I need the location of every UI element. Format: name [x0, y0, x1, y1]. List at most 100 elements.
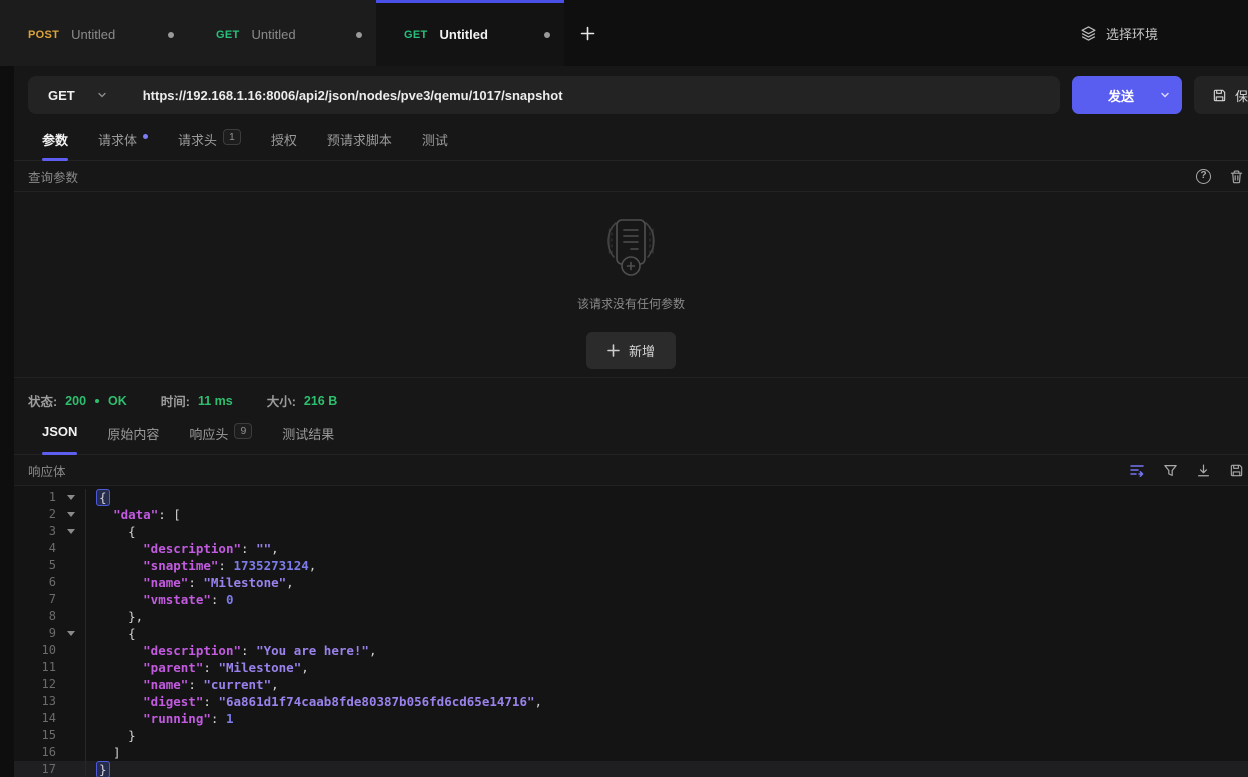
- gutter: 15: [14, 727, 86, 744]
- floppy-icon[interactable]: [1229, 463, 1244, 478]
- gutter: 17: [14, 761, 86, 777]
- gutter: 2: [14, 506, 86, 523]
- request-tab-3-active[interactable]: GET Untitled: [376, 0, 564, 66]
- tab-strip: POST Untitled GET Untitled GET Untitled: [0, 0, 564, 66]
- fold-arrow-icon[interactable]: [56, 489, 85, 506]
- new-tab-button[interactable]: [564, 0, 610, 66]
- tab-title: Untitled: [440, 27, 544, 42]
- code-line: 11 "parent": "Milestone",: [14, 659, 1248, 676]
- line-number: 13: [14, 693, 56, 710]
- line-number: 12: [14, 676, 56, 693]
- tab-test-results-label: 测试结果: [282, 424, 334, 443]
- status-label: 状态:: [28, 391, 57, 410]
- tab-params[interactable]: 参数: [42, 130, 68, 160]
- fold-arrow-icon[interactable]: [56, 523, 85, 540]
- tab-body[interactable]: 请求体: [98, 130, 148, 160]
- params-empty-state: 该请求没有任何参数 新增: [14, 192, 1248, 375]
- line-number: 10: [14, 642, 56, 659]
- code-line-content: "name": "Milestone",: [86, 574, 294, 591]
- save-button[interactable]: 保存: [1194, 76, 1248, 114]
- method-dropdown[interactable]: GET: [28, 88, 127, 103]
- fold-spacer: [56, 710, 85, 727]
- fold-spacer: [56, 591, 85, 608]
- gutter: 5: [14, 557, 86, 574]
- download-icon[interactable]: [1196, 463, 1211, 478]
- line-number: 14: [14, 710, 56, 727]
- gutter: 16: [14, 744, 86, 761]
- tab-json-label: JSON: [42, 424, 77, 439]
- tab-auth[interactable]: 授权: [271, 130, 297, 160]
- fold-spacer: [56, 608, 85, 625]
- add-param-button[interactable]: 新增: [586, 332, 676, 369]
- funnel-icon[interactable]: [1163, 463, 1178, 478]
- tab-test-results[interactable]: 测试结果: [282, 424, 334, 454]
- fold-arrow-icon[interactable]: [56, 625, 85, 642]
- method-label: GET: [216, 29, 240, 41]
- code-line: 12 "name": "current",: [14, 676, 1248, 693]
- environment-selector[interactable]: 选择环境: [1080, 24, 1158, 43]
- tab-pre-script[interactable]: 预请求脚本: [327, 130, 392, 160]
- code-line-content: "running": 1: [86, 710, 233, 727]
- layers-icon: [1080, 25, 1097, 42]
- tab-headers[interactable]: 请求头 1: [178, 130, 241, 160]
- api-client-window: POST Untitled GET Untitled GET Untitled …: [0, 0, 1248, 777]
- line-number: 4: [14, 540, 56, 557]
- wrap-lines-icon[interactable]: [1129, 462, 1145, 478]
- request-tab-1[interactable]: POST Untitled: [0, 0, 188, 66]
- fold-spacer: [56, 557, 85, 574]
- response-body-header: 响应体: [14, 455, 1248, 486]
- trash-icon[interactable]: [1229, 169, 1244, 184]
- code-line-content: },: [86, 608, 143, 625]
- fold-spacer: [56, 574, 85, 591]
- add-param-button-label: 新增: [629, 341, 655, 360]
- code-line-content: "digest": "6a861d1f74caab8fde80387b056fd…: [86, 693, 542, 710]
- size-label: 大小:: [267, 391, 296, 410]
- status-bullet-icon: [95, 399, 99, 403]
- method-label: POST: [28, 29, 59, 41]
- tab-pre-script-label: 预请求脚本: [327, 130, 392, 149]
- line-number: 11: [14, 659, 56, 676]
- tab-json[interactable]: JSON: [42, 424, 77, 454]
- code-line-content: "parent": "Milestone",: [86, 659, 309, 676]
- tab-response-headers[interactable]: 响应头 9: [189, 424, 252, 454]
- tab-bar: POST Untitled GET Untitled GET Untitled …: [0, 0, 1248, 66]
- request-tab-2[interactable]: GET Untitled: [188, 0, 376, 66]
- time-value: 11 ms: [198, 394, 233, 408]
- response-body-title: 响应体: [28, 461, 66, 480]
- line-number: 17: [14, 761, 56, 777]
- query-params-title: 查询参数: [28, 167, 78, 186]
- code-line: 9 {: [14, 625, 1248, 642]
- code-line: 3 {: [14, 523, 1248, 540]
- fold-spacer: [56, 540, 85, 557]
- unsaved-dot-icon: [544, 32, 550, 38]
- code-line: 13 "digest": "6a861d1f74caab8fde80387b05…: [14, 693, 1248, 710]
- code-line: 17}: [14, 761, 1248, 777]
- help-circle-icon[interactable]: ?: [1196, 169, 1211, 184]
- gutter: 3: [14, 523, 86, 540]
- gutter: 14: [14, 710, 86, 727]
- code-editor[interactable]: 1{2 "data": [3 {4 "description": "",5 "s…: [14, 486, 1248, 777]
- url-input[interactable]: https://192.168.1.16:8006/api2/json/node…: [127, 88, 563, 103]
- request-row: GET https://192.168.1.16:8006/api2/json/…: [14, 66, 1248, 114]
- line-number: 9: [14, 625, 56, 642]
- line-number: 16: [14, 744, 56, 761]
- time-label: 时间:: [161, 391, 190, 410]
- code-line-content: "description": "",: [86, 540, 279, 557]
- fold-arrow-icon[interactable]: [56, 506, 85, 523]
- line-number: 8: [14, 608, 56, 625]
- gutter: 8: [14, 608, 86, 625]
- fold-spacer: [56, 676, 85, 693]
- tab-tests[interactable]: 测试: [422, 130, 448, 160]
- query-params-header: 查询参数 ?: [14, 161, 1248, 192]
- floppy-icon: [1212, 88, 1227, 103]
- send-button[interactable]: 发送: [1072, 76, 1182, 114]
- line-number: 2: [14, 506, 56, 523]
- tab-raw[interactable]: 原始内容: [107, 424, 159, 454]
- save-button-label: 保存: [1235, 86, 1248, 105]
- code-line-content: "description": "You are here!",: [86, 642, 376, 659]
- headers-count-badge: 1: [223, 129, 241, 145]
- tab-title: Untitled: [252, 27, 356, 42]
- code-line-content: "snaptime": 1735273124,: [86, 557, 316, 574]
- send-button-label: 发送: [1072, 86, 1160, 105]
- empty-state-text: 该请求没有任何参数: [577, 295, 685, 312]
